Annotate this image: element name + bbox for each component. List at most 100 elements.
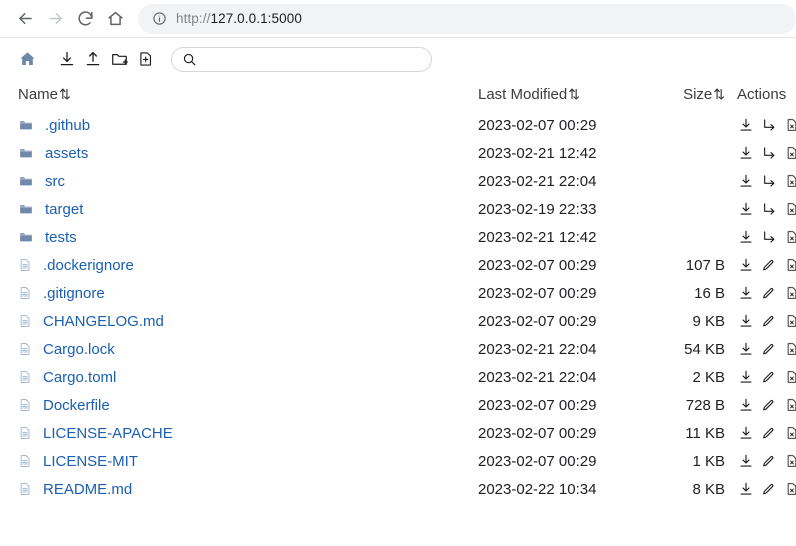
name-cell: LICENSE-MIT bbox=[18, 453, 478, 470]
file-icon bbox=[20, 371, 30, 383]
search-box[interactable] bbox=[171, 46, 432, 72]
cell-actions bbox=[725, 251, 796, 279]
file-link[interactable]: LICENSE-MIT bbox=[43, 453, 138, 470]
site-info-icon[interactable] bbox=[152, 11, 167, 26]
folder-link[interactable]: src bbox=[45, 173, 65, 190]
upload-icon bbox=[86, 51, 100, 66]
column-header-size[interactable]: Size⇅ bbox=[653, 80, 725, 111]
download-action-button[interactable] bbox=[737, 424, 754, 442]
download-action-button[interactable] bbox=[737, 228, 754, 246]
download-icon bbox=[739, 230, 751, 243]
sort-icon[interactable]: ⇅ bbox=[59, 86, 71, 102]
search-input[interactable] bbox=[203, 51, 421, 67]
edit-action-button[interactable] bbox=[760, 256, 777, 274]
action-group bbox=[737, 312, 796, 330]
edit-action-button[interactable] bbox=[760, 368, 777, 386]
delete-action-button[interactable] bbox=[783, 480, 796, 498]
delete-action-button[interactable] bbox=[783, 144, 796, 162]
download-action-button[interactable] bbox=[737, 144, 754, 162]
forward-button[interactable] bbox=[40, 4, 70, 34]
folder-icon bbox=[20, 177, 32, 186]
download-button[interactable] bbox=[54, 46, 80, 72]
file-link[interactable]: Dockerfile bbox=[43, 397, 110, 414]
edit-action-button[interactable] bbox=[760, 480, 777, 498]
browser-chrome: http://127.0.0.1:5000 bbox=[0, 0, 796, 38]
delete-action-button[interactable] bbox=[783, 396, 796, 414]
address-bar[interactable]: http://127.0.0.1:5000 bbox=[138, 3, 796, 34]
move-action-button[interactable] bbox=[760, 228, 777, 246]
cell-name: Cargo.toml bbox=[18, 363, 478, 391]
folder-link[interactable]: tests bbox=[45, 229, 77, 246]
cell-size bbox=[653, 139, 725, 167]
file-link[interactable]: .dockerignore bbox=[43, 257, 134, 274]
reload-button[interactable] bbox=[70, 4, 100, 34]
download-action-button[interactable] bbox=[737, 284, 754, 302]
edit-pencil-icon bbox=[763, 260, 774, 271]
delete-action-button[interactable] bbox=[783, 172, 796, 190]
cell-size: 16 B bbox=[694, 284, 725, 302]
delete-action-button[interactable] bbox=[783, 256, 796, 274]
edit-action-button[interactable] bbox=[760, 424, 777, 442]
edit-action-button[interactable] bbox=[760, 284, 777, 302]
folder-link[interactable]: assets bbox=[45, 145, 88, 162]
download-action-button[interactable] bbox=[737, 396, 754, 414]
download-action-button[interactable] bbox=[737, 116, 754, 134]
file-link[interactable]: CHANGELOG.md bbox=[43, 313, 164, 330]
file-icon bbox=[20, 343, 30, 355]
sort-icon[interactable]: ⇅ bbox=[713, 86, 725, 102]
download-action-button[interactable] bbox=[737, 312, 754, 330]
move-arrow-icon bbox=[763, 231, 774, 243]
home-directory-button[interactable] bbox=[14, 46, 40, 72]
move-action-button[interactable] bbox=[760, 200, 777, 218]
column-header-name[interactable]: Name⇅ bbox=[18, 80, 478, 111]
new-folder-button[interactable] bbox=[106, 46, 132, 72]
download-action-button[interactable] bbox=[737, 368, 754, 386]
table-row: .gitignore 2023-02-07 00:29 16 B bbox=[18, 279, 796, 307]
file-link[interactable]: README.md bbox=[43, 481, 132, 498]
delete-action-button[interactable] bbox=[783, 312, 796, 330]
file-link[interactable]: .gitignore bbox=[43, 285, 105, 302]
column-header-last-modified[interactable]: Last Modified⇅ bbox=[478, 80, 653, 111]
table-row: Cargo.toml 2023-02-21 22:04 2 KB bbox=[18, 363, 796, 391]
edit-action-button[interactable] bbox=[760, 312, 777, 330]
edit-action-button[interactable] bbox=[760, 396, 777, 414]
download-icon bbox=[739, 314, 751, 327]
folder-link[interactable]: .github bbox=[45, 117, 90, 134]
sort-icon[interactable]: ⇅ bbox=[568, 86, 580, 102]
download-action-button[interactable] bbox=[737, 480, 754, 498]
cell-last-modified: 2023-02-21 12:42 bbox=[478, 144, 597, 162]
download-icon bbox=[739, 146, 751, 159]
download-action-button[interactable] bbox=[737, 256, 754, 274]
download-action-button[interactable] bbox=[737, 452, 754, 470]
edit-action-button[interactable] bbox=[760, 452, 777, 470]
table-row: .dockerignore 2023-02-07 00:29 107 B bbox=[18, 251, 796, 279]
download-action-button[interactable] bbox=[737, 340, 754, 358]
download-icon bbox=[60, 51, 74, 66]
back-button[interactable] bbox=[10, 4, 40, 34]
move-action-button[interactable] bbox=[760, 144, 777, 162]
new-file-button[interactable] bbox=[132, 46, 158, 72]
delete-action-button[interactable] bbox=[783, 116, 796, 134]
delete-action-button[interactable] bbox=[783, 452, 796, 470]
delete-action-button[interactable] bbox=[783, 424, 796, 442]
delete-action-button[interactable] bbox=[783, 368, 796, 386]
file-link[interactable]: Cargo.toml bbox=[43, 369, 116, 386]
folder-link[interactable]: target bbox=[45, 201, 83, 218]
edit-action-button[interactable] bbox=[760, 340, 777, 358]
download-action-button[interactable] bbox=[737, 172, 754, 190]
name-cell: Dockerfile bbox=[18, 397, 478, 414]
download-icon bbox=[739, 342, 751, 355]
file-link[interactable]: LICENSE-APACHE bbox=[43, 425, 173, 442]
cell-actions bbox=[725, 419, 796, 447]
delete-action-button[interactable] bbox=[783, 340, 796, 358]
delete-action-button[interactable] bbox=[783, 228, 796, 246]
delete-action-button[interactable] bbox=[783, 200, 796, 218]
delete-action-button[interactable] bbox=[783, 284, 796, 302]
upload-button[interactable] bbox=[80, 46, 106, 72]
move-action-button[interactable] bbox=[760, 172, 777, 190]
move-action-button[interactable] bbox=[760, 116, 777, 134]
download-action-button[interactable] bbox=[737, 200, 754, 218]
home-button[interactable] bbox=[100, 4, 130, 34]
cell-name: target bbox=[18, 195, 478, 223]
file-link[interactable]: Cargo.lock bbox=[43, 341, 115, 358]
